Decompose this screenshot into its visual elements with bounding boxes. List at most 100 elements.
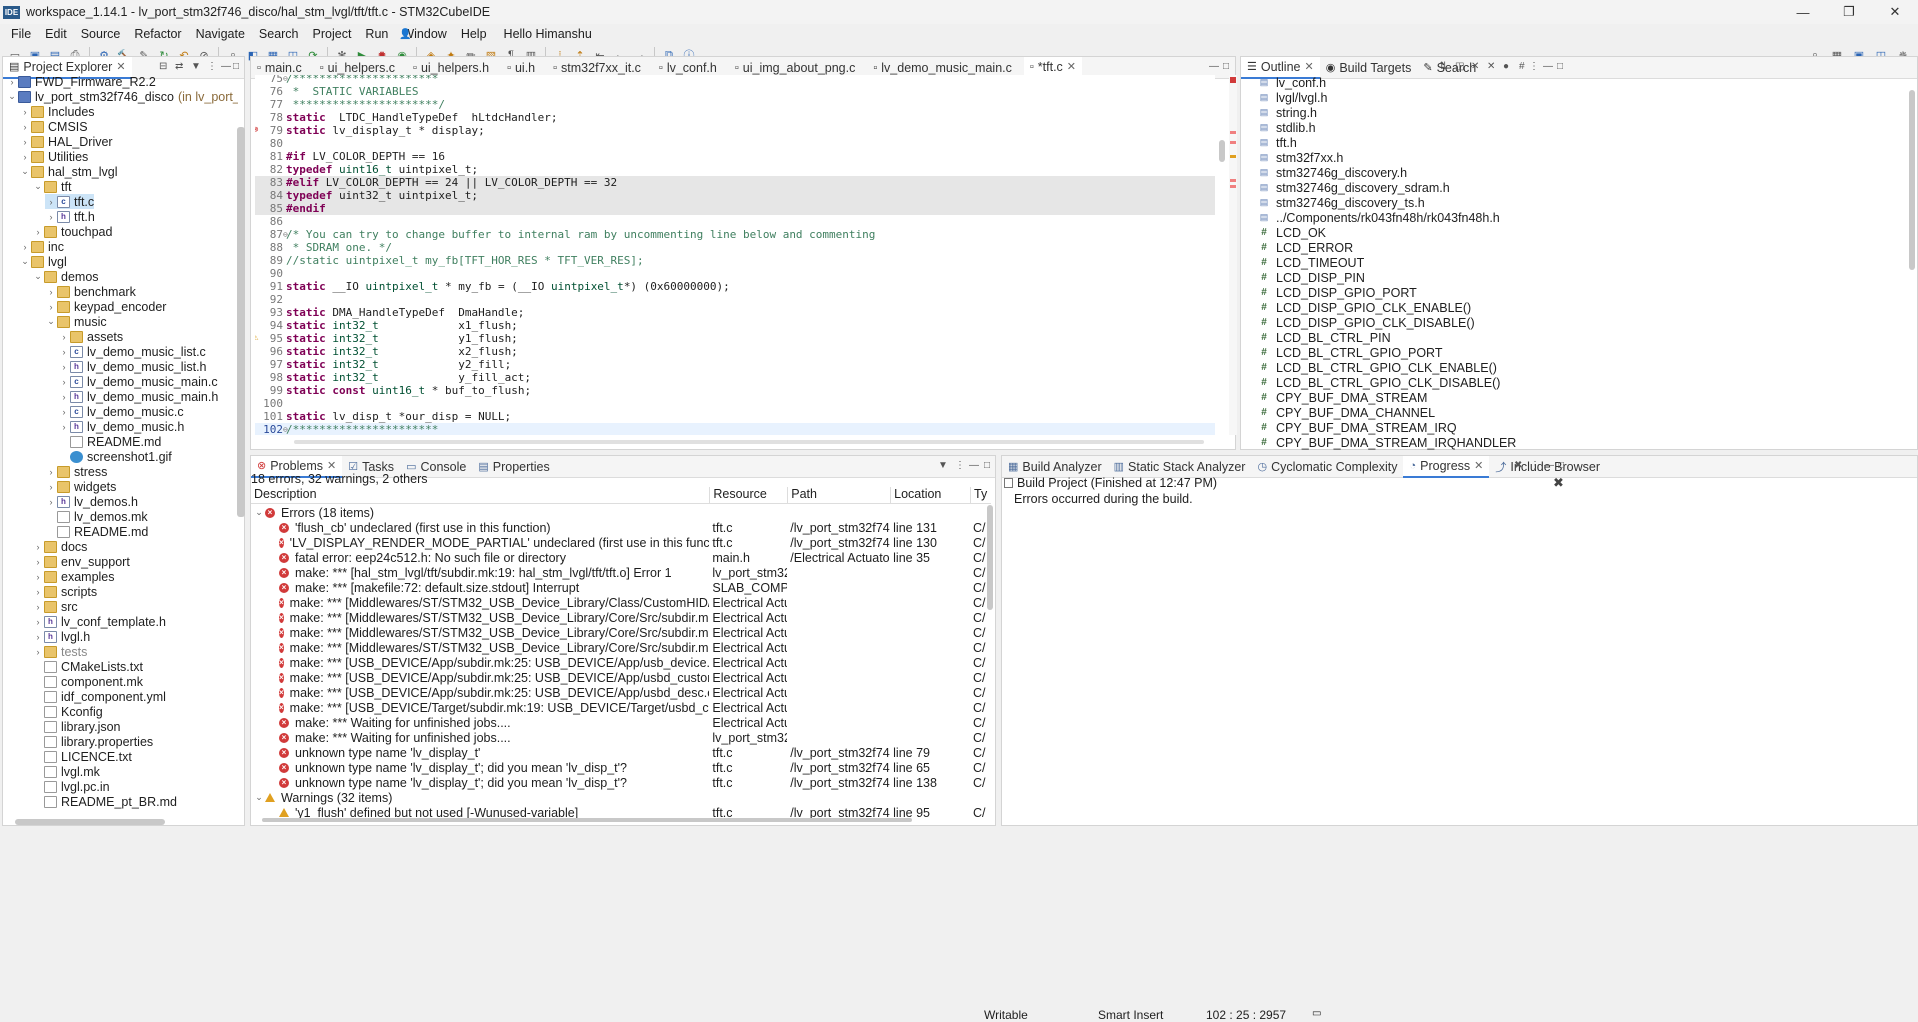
hide-macros-icon[interactable]: ● (1503, 61, 1509, 72)
tree-item[interactable]: lv_demos.mk (45, 509, 148, 524)
tree-item[interactable]: › FWD_Firmware_R2.2 (6, 74, 156, 89)
view-menu-icon[interactable]: ⋮ (955, 460, 965, 471)
maximize-view-icon[interactable]: □ (233, 61, 239, 72)
outline-item[interactable]: ▤ stm32746g_discovery.h (1258, 165, 1407, 180)
minimize-problems-icon[interactable]: — (969, 460, 979, 471)
expand-chevron-icon[interactable]: › (58, 332, 70, 342)
expand-chevron-icon[interactable]: › (32, 602, 44, 612)
tree-item[interactable]: README.md (58, 434, 161, 449)
tree-item[interactable]: library.json (32, 719, 121, 734)
problem-row[interactable]: × unknown type name 'lv_display_t'; did y… (250, 760, 990, 775)
problem-row[interactable]: × make: *** [USB_DEVICE/App/subdir.mk:25:… (250, 655, 990, 670)
expand-chevron-icon[interactable]: › (32, 542, 44, 552)
outline-item[interactable]: # LCD_BL_CTRL_PIN (1258, 330, 1390, 345)
progress-menu-icon[interactable]: ⋮ (1530, 460, 1540, 471)
tree-item[interactable]: ⌄ music (45, 314, 106, 329)
tree-item[interactable]: › src (32, 599, 78, 614)
expand-chevron-icon[interactable]: › (32, 647, 44, 657)
tree-item[interactable]: › h lvgl.h (32, 629, 91, 644)
problem-row[interactable]: × 'LV_DISPLAY_RENDER_MODE_PARTIAL' undecl… (250, 535, 990, 550)
menu-edit[interactable]: Edit (38, 27, 74, 41)
link-outline-icon[interactable]: # (1519, 61, 1525, 72)
tree-item[interactable]: lvgl.pc.in (32, 779, 110, 794)
tree-item[interactable]: › examples (32, 569, 115, 584)
expand-chevron-icon[interactable]: › (32, 227, 44, 237)
outline-item[interactable]: # LCD_BL_CTRL_GPIO_CLK_ENABLE() (1258, 360, 1497, 375)
tree-item[interactable]: › scripts (32, 584, 98, 599)
expand-chevron-icon[interactable]: › (58, 362, 70, 372)
expand-chevron-icon[interactable]: › (45, 302, 57, 312)
outline-item[interactable]: # LCD_OK (1258, 225, 1326, 240)
expand-chevron-icon[interactable]: › (32, 587, 44, 597)
problems-scrollbar[interactable] (987, 505, 993, 610)
tree-item[interactable]: › h lv_demo_music_main.h (58, 389, 219, 404)
maximize-button[interactable]: ❐ (1826, 0, 1872, 24)
code-editor[interactable]: 75 ⊖/********************** 76 * STATIC VA… (255, 75, 1215, 435)
tree-item[interactable]: › h lv_demo_music.h (58, 419, 185, 434)
tree-item[interactable]: › h lv_demo_music_list.h (58, 359, 207, 374)
outline-item[interactable]: # LCD_DISP_GPIO_CLK_ENABLE() (1258, 300, 1471, 315)
outline-item[interactable]: # CPY_BUF_DMA_STREAM_IRQ (1258, 420, 1456, 435)
maximize-problems-icon[interactable]: □ (984, 460, 990, 471)
problem-row[interactable]: × make: *** [USB_DEVICE/App/subdir.mk:25:… (250, 670, 990, 685)
outline-item[interactable]: ▤ lv_conf.h (1258, 75, 1326, 90)
outline-item[interactable]: # LCD_TIMEOUT (1258, 255, 1364, 270)
minimize-progress-icon[interactable]: — (1544, 460, 1554, 471)
tree-item[interactable]: Kconfig (32, 704, 103, 719)
outline-item[interactable]: ▤ stdlib.h (1258, 120, 1316, 135)
problem-row[interactable]: × make: *** [Middlewares/ST/STM32_USB_Dev… (250, 640, 990, 655)
outline-item[interactable]: ▤ stm32f7xx.h (1258, 150, 1344, 165)
outline-item[interactable]: ▤ stm32746g_discovery_sdram.h (1258, 180, 1450, 195)
tree-item[interactable]: CMakeLists.txt (32, 659, 143, 674)
outline-item[interactable]: # LCD_DISP_GPIO_PORT (1258, 285, 1417, 300)
outline-item[interactable]: ▤ lvgl/lvgl.h (1258, 90, 1328, 105)
close-button[interactable]: ✕ (1872, 0, 1918, 24)
minimize-outline-icon[interactable]: — (1543, 61, 1553, 72)
menu-help[interactable]: Help (454, 27, 494, 41)
minimize-editor-icon[interactable]: — (1209, 61, 1219, 72)
expand-chevron-icon[interactable]: › (58, 407, 70, 417)
tab-build-targets[interactable]: ◉ Build Targets (1320, 57, 1418, 79)
col-description[interactable]: Description (251, 487, 711, 503)
menu-refactor[interactable]: Refactor (127, 27, 188, 41)
expand-chevron-icon[interactable]: › (45, 497, 57, 507)
expand-chevron-icon[interactable]: ⌄ (19, 256, 31, 267)
menu-project[interactable]: Project (306, 27, 359, 41)
tree-item[interactable]: › touchpad (32, 224, 113, 239)
hide-nonpublic-icon[interactable]: ✕ (1487, 61, 1495, 72)
tree-item[interactable]: › h lv_conf_template.h (32, 614, 166, 629)
problem-row[interactable]: × make: *** [Middlewares/ST/STM32_USB_Dev… (250, 625, 990, 640)
expand-chevron-icon[interactable]: › (58, 422, 70, 432)
problem-row[interactable]: × fatal error: eep24c512.h: No such file … (250, 550, 990, 565)
problem-row[interactable]: × make: *** Waiting for unfinished jobs..… (250, 730, 990, 745)
outline-item[interactable]: # LCD_ERROR (1258, 240, 1353, 255)
problem-row[interactable]: × make: *** [Middlewares/ST/STM32_USB_Dev… (250, 595, 990, 610)
editor-vscrollbar[interactable] (1219, 140, 1225, 162)
tree-item[interactable]: ⌄ lvgl (19, 254, 67, 269)
outline-item[interactable]: ▤ string.h (1258, 105, 1317, 120)
outline-item[interactable]: # LCD_DISP_PIN (1258, 270, 1365, 285)
editor-hscrollbar[interactable] (294, 440, 1204, 444)
tree-item[interactable]: › env_support (32, 554, 130, 569)
expand-chevron-icon[interactable]: › (45, 197, 57, 207)
tree-item[interactable]: › c lv_demo_music_list.c (58, 344, 206, 359)
problem-row[interactable]: × unknown type name 'lv_display_t'; did y… (250, 775, 990, 790)
view-menu-icon[interactable]: ⋮ (207, 61, 217, 72)
expand-chevron-icon[interactable]: › (32, 617, 44, 627)
expand-chevron-icon[interactable]: › (45, 212, 57, 222)
tree-item[interactable]: idf_component.yml (32, 689, 166, 704)
col-location[interactable]: Location (891, 487, 972, 503)
outline-item[interactable]: # LCD_BL_CTRL_GPIO_CLK_DISABLE() (1258, 375, 1500, 390)
problem-row[interactable]: × make: *** [Middlewares/ST/STM32_USB_Dev… (250, 610, 990, 625)
menu-navigate[interactable]: Navigate (189, 27, 252, 41)
link-editor-icon[interactable]: ⇄ (175, 61, 183, 72)
menu-source[interactable]: Source (74, 27, 128, 41)
outline-scrollbar[interactable] (1909, 90, 1915, 270)
close-icon[interactable]: ✕ (1304, 60, 1313, 73)
expand-chevron-icon[interactable]: ⌄ (45, 316, 57, 327)
outline-item[interactable]: ▤ tft.h (1258, 135, 1297, 150)
tree-item[interactable]: › widgets (45, 479, 117, 494)
tree-item[interactable]: › CMSIS (19, 119, 88, 134)
outline-item[interactable]: # LCD_DISP_GPIO_CLK_DISABLE() (1258, 315, 1474, 330)
expand-chevron-icon[interactable]: › (32, 572, 44, 582)
